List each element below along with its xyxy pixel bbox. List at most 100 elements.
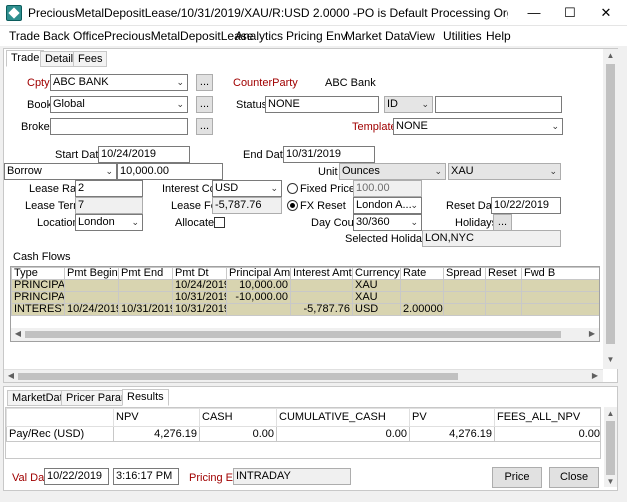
holidays-button[interactable]: ... — [493, 214, 512, 231]
fx-reset-radio[interactable] — [287, 200, 298, 211]
tab-trade[interactable]: Trade — [6, 50, 45, 67]
tab-fees[interactable]: Fees — [73, 51, 108, 67]
scroll-right-icon[interactable]: ▶ — [590, 371, 600, 380]
column-header[interactable]: CASH — [199, 408, 277, 427]
column-header[interactable]: FEES_ALL_NPV — [494, 408, 600, 427]
column-header[interactable]: Pmt Dt — [172, 267, 227, 280]
main-horizontal-scrollbar[interactable]: ◀ ▶ — [4, 369, 603, 382]
results-cell: 4,276.19 — [409, 426, 495, 442]
lease-term-label: Lease Term — [25, 200, 83, 212]
chevron-down-icon: ⌄ — [551, 121, 559, 131]
end-date-field[interactable]: 10/31/2019 — [283, 146, 375, 163]
menu-market-data[interactable]: Market Data — [345, 29, 410, 43]
cash-flow-cell: USD — [352, 303, 401, 316]
val-date-field[interactable]: 10/22/2019 — [44, 468, 109, 485]
scroll-up-icon[interactable]: ▲ — [604, 409, 617, 418]
scroll-down-icon[interactable]: ▼ — [603, 355, 618, 364]
status-label: Status — [236, 99, 268, 111]
cpty-combo[interactable]: ABC BANK ⌄ — [50, 74, 188, 91]
column-header[interactable]: Interest Amt — [290, 267, 353, 280]
menu-pricing-env[interactable]: Pricing Env — [286, 29, 347, 43]
interest-ccy-combo[interactable]: USD ⌄ — [212, 180, 282, 197]
book-combo[interactable]: Global ⌄ — [50, 96, 188, 113]
broker-lookup-button[interactable]: ... — [196, 118, 213, 135]
column-header[interactable]: Pmt End — [118, 267, 173, 280]
reset-date-field[interactable]: 10/22/2019 — [491, 197, 561, 214]
scrollbar-thumb[interactable] — [25, 331, 561, 338]
tab-results[interactable]: Results — [122, 389, 169, 406]
menu-help[interactable]: Help — [486, 29, 511, 43]
fixed-price-radio[interactable] — [287, 183, 298, 194]
cash-flows-horizontal-scrollbar[interactable]: ◀ ▶ — [11, 328, 599, 341]
direction-combo[interactable]: Borrow ⌄ — [4, 163, 117, 180]
results-grid[interactable]: NPV CASH CUMULATIVE_CASH PV FEES_ALL_NPV Pay/… — [5, 407, 601, 459]
scroll-left-icon[interactable]: ◀ — [13, 329, 23, 338]
menu-back-office[interactable]: Back Office — [43, 29, 104, 43]
column-header[interactable]: Pmt Begin — [64, 267, 119, 280]
menu-analytics[interactable]: Analytics — [235, 29, 283, 43]
day-count-combo[interactable]: 30/360 ⌄ — [353, 214, 422, 231]
results-row[interactable]: Pay/Rec (USD) 4,276.19 0.00 0.00 4,276.19 0.0… — [6, 426, 600, 442]
column-header[interactable]: Reset — [485, 267, 522, 280]
pricing-vertical-scrollbar[interactable]: ▲ ▼ — [604, 407, 617, 487]
column-header[interactable]: Currency — [352, 267, 401, 280]
lease-fee-field[interactable]: -5,787.76 — [212, 197, 282, 214]
menu-precious-metal-deposit-lease[interactable]: PreciousMetalDepositLease — [104, 29, 253, 43]
fx-reset-combo[interactable]: London A... ⌄ — [353, 197, 422, 214]
status-field[interactable]: NONE — [265, 96, 379, 113]
main-vertical-scrollbar[interactable]: ▲ ▼ — [603, 49, 618, 369]
scroll-right-icon[interactable]: ▶ — [587, 329, 597, 338]
column-header[interactable]: Type — [11, 267, 65, 280]
column-header[interactable]: Principal Amt — [226, 267, 291, 280]
column-header[interactable]: Fwd B — [521, 267, 599, 280]
scrollbar-thumb[interactable] — [18, 373, 458, 380]
cash-flow-row[interactable]: PRINCIPAL 10/31/2019-10,000.00 XAU — [11, 291, 599, 304]
holidays-label: Holidays — [455, 217, 498, 229]
id-type-combo[interactable]: ID ⌄ — [384, 96, 433, 113]
menu-view[interactable]: View — [409, 29, 435, 43]
direction-value: Borrow — [7, 165, 42, 177]
close-window-button[interactable]: ✕ — [585, 0, 627, 26]
unit-combo[interactable]: Ounces ⌄ — [339, 163, 446, 180]
val-time-field[interactable]: 3:16:17 PM — [113, 468, 179, 485]
template-combo[interactable]: NONE ⌄ — [393, 118, 563, 135]
cash-flow-cell: 2.00000 — [400, 303, 444, 316]
scroll-down-icon[interactable]: ▼ — [604, 477, 617, 486]
lease-rate-field[interactable]: 2 — [75, 180, 143, 197]
column-header[interactable]: CUMULATIVE_CASH — [276, 408, 410, 427]
column-header[interactable] — [6, 408, 114, 427]
close-button[interactable]: Close — [549, 467, 599, 488]
metal-value: XAU — [451, 165, 474, 177]
price-button[interactable]: Price — [492, 467, 542, 488]
scrollbar-thumb[interactable] — [606, 64, 615, 344]
chevron-down-icon: ⌄ — [105, 166, 113, 176]
metal-combo[interactable]: XAU ⌄ — [448, 163, 561, 180]
allocated-checkbox[interactable] — [214, 217, 225, 228]
broker-field[interactable] — [50, 118, 188, 135]
lease-term-field[interactable]: 7 — [75, 197, 143, 214]
quantity-field[interactable]: 10,000.00 — [117, 163, 223, 180]
id-field[interactable] — [435, 96, 562, 113]
cpty-lookup-button[interactable]: ... — [196, 74, 213, 91]
chevron-down-icon: ⌄ — [421, 99, 429, 109]
start-date-field[interactable]: 10/24/2019 — [98, 146, 190, 163]
scroll-up-icon[interactable]: ▲ — [603, 51, 618, 60]
column-header[interactable]: Spread — [443, 267, 486, 280]
location-combo[interactable]: London ⌄ — [75, 214, 143, 231]
book-lookup-button[interactable]: ... — [196, 96, 213, 113]
menu-utilities[interactable]: Utilities — [443, 29, 482, 43]
cash-flow-cell: -10,000.00 — [226, 291, 291, 304]
column-header[interactable]: Rate — [400, 267, 444, 280]
cash-flow-row[interactable]: INTEREST 10/24/2019 10/31/2019 10/31/2019 -5… — [11, 303, 599, 316]
pricing-env-field[interactable]: INTRADAY — [233, 468, 351, 485]
cash-flow-cell — [485, 291, 522, 304]
column-header[interactable]: PV — [409, 408, 495, 427]
scrollbar-thumb[interactable] — [606, 421, 615, 475]
fx-reset-value: London A... — [356, 199, 412, 211]
scroll-left-icon[interactable]: ◀ — [6, 371, 16, 380]
cash-flow-cell — [521, 291, 599, 304]
menu-trade[interactable]: Trade — [9, 29, 40, 43]
column-header[interactable]: NPV — [113, 408, 200, 427]
cash-flow-row[interactable]: PRINCIPAL 10/24/201910,000.00 XAU — [11, 279, 599, 292]
fixed-price-field[interactable]: 100.00 — [353, 180, 422, 197]
